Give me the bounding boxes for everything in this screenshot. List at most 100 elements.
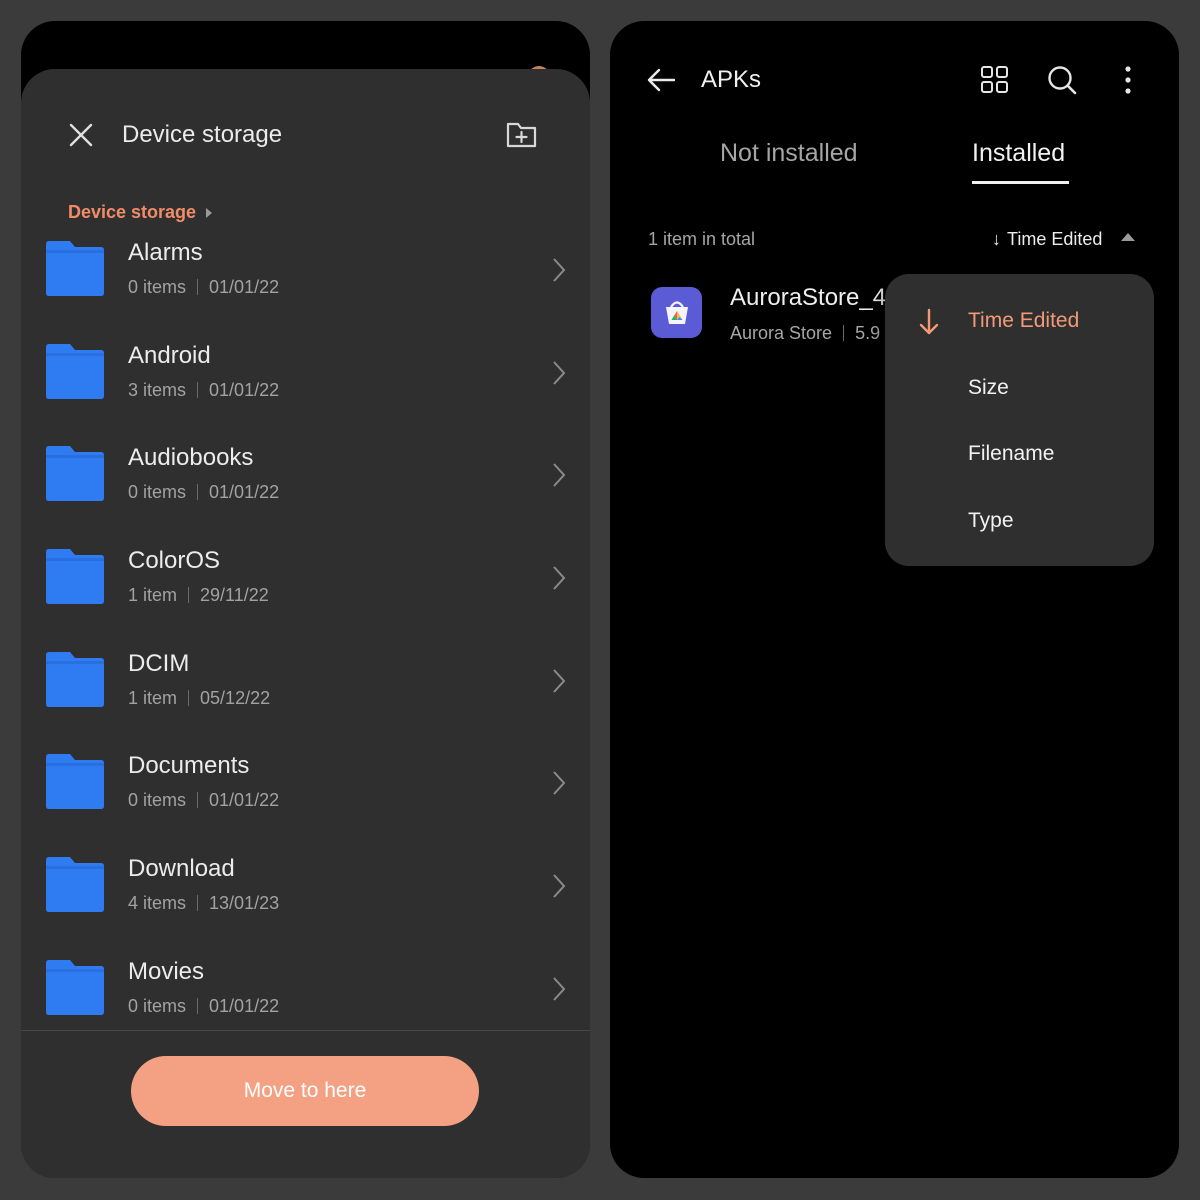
folder-count: 3 items xyxy=(128,379,187,400)
sheet-header: Device storage xyxy=(21,69,590,199)
folder-name: Alarms xyxy=(128,239,203,266)
folder-date: 01/01/22 xyxy=(209,790,280,811)
folder-count: 1 item xyxy=(128,585,178,606)
sort-direction-icon: ↓ xyxy=(992,229,1001,249)
sort-button[interactable]: ↓ Time Edited xyxy=(992,227,1102,251)
move-to-here-button[interactable]: Move to here xyxy=(131,1056,479,1126)
folder-count: 4 items xyxy=(128,893,187,914)
folder-row-download[interactable]: Download 4 items 13/01/23 xyxy=(21,848,590,951)
folder-name: Documents xyxy=(128,752,250,780)
chevron-right-icon xyxy=(553,258,566,282)
left-phone-screen: Device storage Device storage Alarms 0 i… xyxy=(21,21,590,1178)
breadcrumb-caret-icon xyxy=(206,207,213,218)
apk-size: 5.9 xyxy=(855,323,881,343)
aurora-store-icon xyxy=(651,287,702,338)
search-button[interactable] xyxy=(1046,63,1078,97)
meta-separator xyxy=(197,997,199,1014)
folder-row-coloros[interactable]: ColorOS 1 item 29/11/22 xyxy=(21,540,590,643)
apk-file-name: AuroraStore_4 xyxy=(730,284,887,311)
folder-date: 13/01/23 xyxy=(209,893,280,914)
chevron-right-icon xyxy=(553,874,566,898)
folder-icon xyxy=(46,549,104,605)
sheet-footer: Move to here xyxy=(21,1030,590,1178)
folder-icon xyxy=(46,651,104,707)
folder-meta: 0 items 01/01/22 xyxy=(128,274,279,300)
sheet-title: Device storage xyxy=(122,121,283,148)
folder-date: 01/01/22 xyxy=(209,995,280,1016)
search-icon xyxy=(1048,66,1077,95)
arrow-down-icon xyxy=(919,308,939,335)
folder-icon xyxy=(46,959,104,1015)
meta-separator xyxy=(197,895,199,912)
folder-row-audiobooks[interactable]: Audiobooks 0 items 01/01/22 xyxy=(21,437,590,540)
caret-up-icon xyxy=(1121,233,1135,241)
folder-date: 01/01/22 xyxy=(209,277,280,297)
sort-option-label: Type xyxy=(968,509,1014,532)
folder-picker-sheet: Device storage Device storage Alarms 0 i… xyxy=(21,69,590,1178)
folder-name: Android xyxy=(128,341,211,369)
tab-installed[interactable]: Installed xyxy=(972,137,1065,169)
grid-view-button[interactable] xyxy=(980,63,1010,97)
sort-menu: Time Edited Size Filename Type xyxy=(885,274,1154,566)
tab-not-installed[interactable]: Not installed xyxy=(720,137,858,169)
sort-option-size[interactable]: Size xyxy=(885,358,1154,418)
apk-app-name: Aurora Store xyxy=(730,323,833,343)
folder-name: Audiobooks xyxy=(128,444,254,472)
folder-count: 1 item xyxy=(128,687,178,708)
new-folder-button[interactable] xyxy=(504,118,540,152)
folder-row-documents[interactable]: Documents 0 items 01/01/22 xyxy=(21,745,590,848)
sort-option-type[interactable]: Type xyxy=(885,491,1154,551)
right-phone-screen: APKs Not installed Installed 1 item in t… xyxy=(610,21,1179,1178)
item-count: 1 item in total xyxy=(648,229,756,249)
chevron-right-icon xyxy=(553,463,566,488)
folder-name: ColorOS xyxy=(128,547,221,575)
apk-meta: Aurora Store 5.9 xyxy=(730,320,880,346)
folder-meta: 0 items 01/01/22 xyxy=(128,479,279,505)
app-bar: APKs xyxy=(610,21,1179,131)
meta-separator xyxy=(188,587,190,604)
folder-meta: 0 items 01/01/22 xyxy=(128,787,279,813)
sort-option-label: Filename xyxy=(968,442,1055,465)
chevron-right-icon xyxy=(553,669,566,693)
folder-icon xyxy=(46,343,104,399)
meta-separator xyxy=(188,689,190,706)
sort-label: Time Edited xyxy=(1007,229,1103,249)
close-button[interactable] xyxy=(65,119,97,151)
grid-icon xyxy=(981,66,1008,93)
folder-count: 0 items xyxy=(128,995,187,1016)
breadcrumb[interactable]: Device storage xyxy=(68,202,213,223)
meta-separator xyxy=(197,279,199,295)
sort-option-time-edited[interactable]: Time Edited xyxy=(885,291,1154,351)
chevron-right-icon xyxy=(553,977,566,1001)
folder-row-dcim[interactable]: DCIM 1 item 05/12/22 xyxy=(21,643,590,746)
folder-meta: 1 item 29/11/22 xyxy=(128,582,269,608)
folder-date: 01/01/22 xyxy=(209,482,280,503)
sort-option-filename[interactable]: Filename xyxy=(885,424,1154,484)
meta-separator xyxy=(197,484,199,501)
folder-row-alarms[interactable]: Alarms 0 items 01/01/22 xyxy=(21,232,590,335)
folder-icon xyxy=(46,241,104,296)
folder-icon xyxy=(46,754,104,810)
back-button[interactable] xyxy=(644,63,678,97)
folder-meta: 1 item 05/12/22 xyxy=(128,685,270,711)
back-arrow-icon xyxy=(647,68,676,92)
folder-count: 0 items xyxy=(128,277,187,297)
breadcrumb-label: Device storage xyxy=(68,202,197,222)
folder-list: Alarms 0 items 01/01/22 Android 3 items 01… xyxy=(21,232,590,1054)
folder-meta: 4 items 13/01/23 xyxy=(128,890,279,916)
folder-icon xyxy=(46,446,104,502)
folder-meta: 3 items 01/01/22 xyxy=(128,377,279,403)
folder-name: Movies xyxy=(128,957,205,985)
folder-row-android[interactable]: Android 3 items 01/01/22 xyxy=(21,335,590,438)
folder-name: Download xyxy=(128,855,235,883)
folder-icon xyxy=(46,857,104,913)
folder-date: 05/12/22 xyxy=(200,687,271,708)
folder-meta: 0 items 01/01/22 xyxy=(128,993,279,1019)
folder-date: 01/01/22 xyxy=(209,379,280,400)
page-title: APKs xyxy=(701,66,762,93)
more-options-button[interactable] xyxy=(1118,63,1138,97)
chevron-right-icon xyxy=(553,361,566,385)
tab-indicator xyxy=(972,181,1069,184)
chevron-right-icon xyxy=(553,566,566,590)
folder-name: DCIM xyxy=(128,649,190,677)
